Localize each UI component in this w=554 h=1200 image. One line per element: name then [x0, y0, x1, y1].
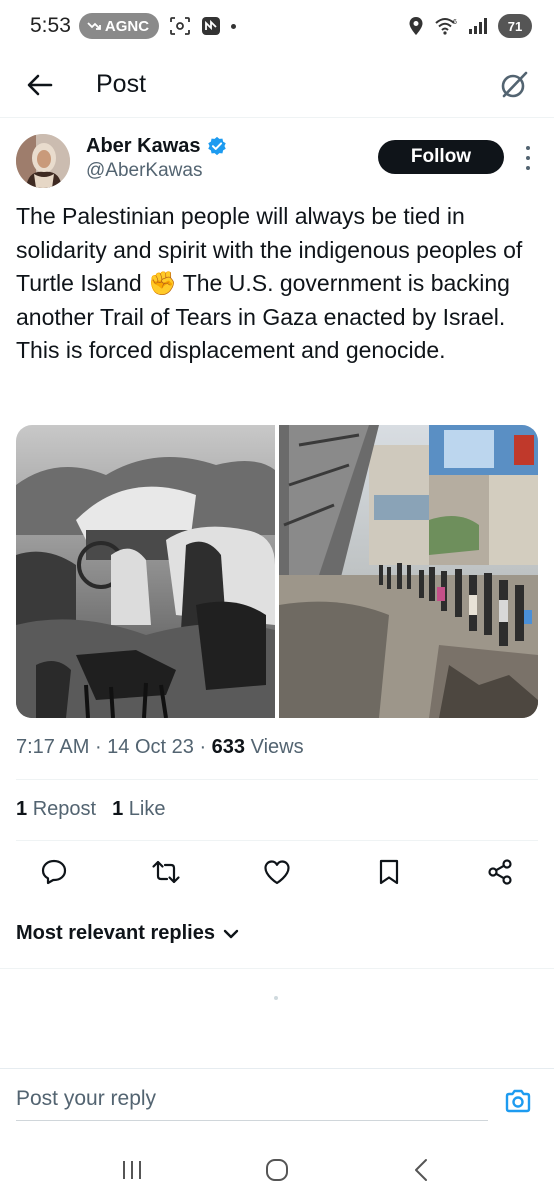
- arrow-left-icon: [27, 74, 53, 95]
- screenshot-icon: [169, 16, 191, 36]
- system-nav-bar: [0, 1140, 554, 1200]
- tweet-media[interactable]: [16, 425, 538, 718]
- system-back-button[interactable]: [400, 1148, 444, 1192]
- likes-count: 1: [112, 798, 124, 820]
- follow-button[interactable]: Follow: [378, 140, 504, 174]
- status-pill-label: AGNC: [104, 17, 150, 35]
- camera-button[interactable]: [498, 1081, 538, 1121]
- repost-button[interactable]: [148, 854, 184, 890]
- tweet-actions: [36, 852, 518, 892]
- camera-icon: [505, 1089, 531, 1112]
- recent-apps-button[interactable]: [110, 1148, 154, 1192]
- tweet-time: 7:17 AM: [16, 736, 90, 758]
- chevron-left-icon: [414, 1159, 427, 1181]
- reply-button[interactable]: [36, 854, 72, 890]
- location-icon: [409, 17, 423, 35]
- author-row: Aber Kawas @AberKawas Follow: [16, 134, 538, 190]
- replies-sort-label: Most relevant replies: [16, 922, 215, 944]
- back-button[interactable]: [20, 65, 60, 105]
- replies-sort-dropdown[interactable]: Most relevant replies: [16, 922, 239, 945]
- more-options-icon[interactable]: [520, 146, 536, 170]
- author-info: Aber Kawas @AberKawas: [86, 134, 227, 184]
- meta-separator: ·: [199, 736, 212, 758]
- reply-icon: [41, 859, 67, 885]
- author-name-row[interactable]: Aber Kawas: [86, 134, 227, 158]
- loading-indicator: [274, 996, 278, 1000]
- reply-input[interactable]: [16, 1080, 488, 1121]
- reposts-count: 1: [16, 798, 28, 820]
- reply-bar: [0, 1068, 554, 1132]
- media-image-historical-migration[interactable]: [16, 425, 275, 718]
- recent-apps-icon: [123, 1161, 142, 1179]
- status-pill: AGNC: [78, 13, 160, 39]
- views-label: Views: [250, 736, 304, 758]
- wifi-icon: 6: [435, 18, 457, 35]
- status-bar: 5:53 AGNC 6 71: [0, 0, 554, 52]
- divider: [0, 968, 554, 969]
- reposts-label: Repost: [32, 798, 97, 820]
- media-image-gaza-displacement[interactable]: [279, 425, 538, 718]
- views-count: 633: [211, 736, 246, 758]
- grok-button[interactable]: [494, 65, 534, 105]
- status-time: 5:53: [30, 14, 71, 37]
- signal-icon: [469, 18, 487, 34]
- author-name: Aber Kawas: [86, 135, 201, 157]
- verified-badge-icon: [207, 136, 226, 156]
- avatar[interactable]: [16, 134, 70, 188]
- meta-separator: ·: [94, 736, 108, 758]
- author-handle[interactable]: @AberKawas: [86, 158, 227, 184]
- divider: [16, 779, 538, 780]
- tweet-text: The Palestinian people will always be ti…: [16, 203, 523, 363]
- trend-down-icon: [87, 22, 101, 30]
- status-dot: [231, 23, 237, 29]
- tweet-date: 14 Oct 23: [107, 736, 194, 758]
- bookmark-icon: [379, 859, 398, 885]
- app-notification-icon: [201, 16, 221, 36]
- reposts-stat[interactable]: 1 Repost: [16, 798, 96, 821]
- likes-stat[interactable]: 1 Like: [112, 798, 165, 821]
- tweet-stats: 1 Repost 1 Like: [16, 798, 165, 821]
- repost-icon: [151, 860, 180, 884]
- home-icon: [265, 1159, 288, 1181]
- like-icon: [264, 860, 290, 885]
- likes-label: Like: [128, 798, 166, 820]
- like-button[interactable]: [259, 854, 295, 890]
- tweet-meta: 7:17 AM · 14 Oct 23 · 633 Views: [16, 736, 304, 759]
- grok-icon: [501, 71, 528, 97]
- page-title: Post: [96, 70, 147, 98]
- bookmark-button[interactable]: [371, 854, 407, 890]
- chevron-down-icon: [223, 929, 239, 938]
- divider: [16, 840, 538, 841]
- share-button[interactable]: [482, 854, 518, 890]
- share-icon: [488, 859, 512, 885]
- svg-text:6: 6: [453, 19, 457, 26]
- home-button[interactable]: [255, 1148, 299, 1192]
- post-header: Post: [0, 52, 554, 118]
- battery-indicator: 71: [498, 14, 532, 38]
